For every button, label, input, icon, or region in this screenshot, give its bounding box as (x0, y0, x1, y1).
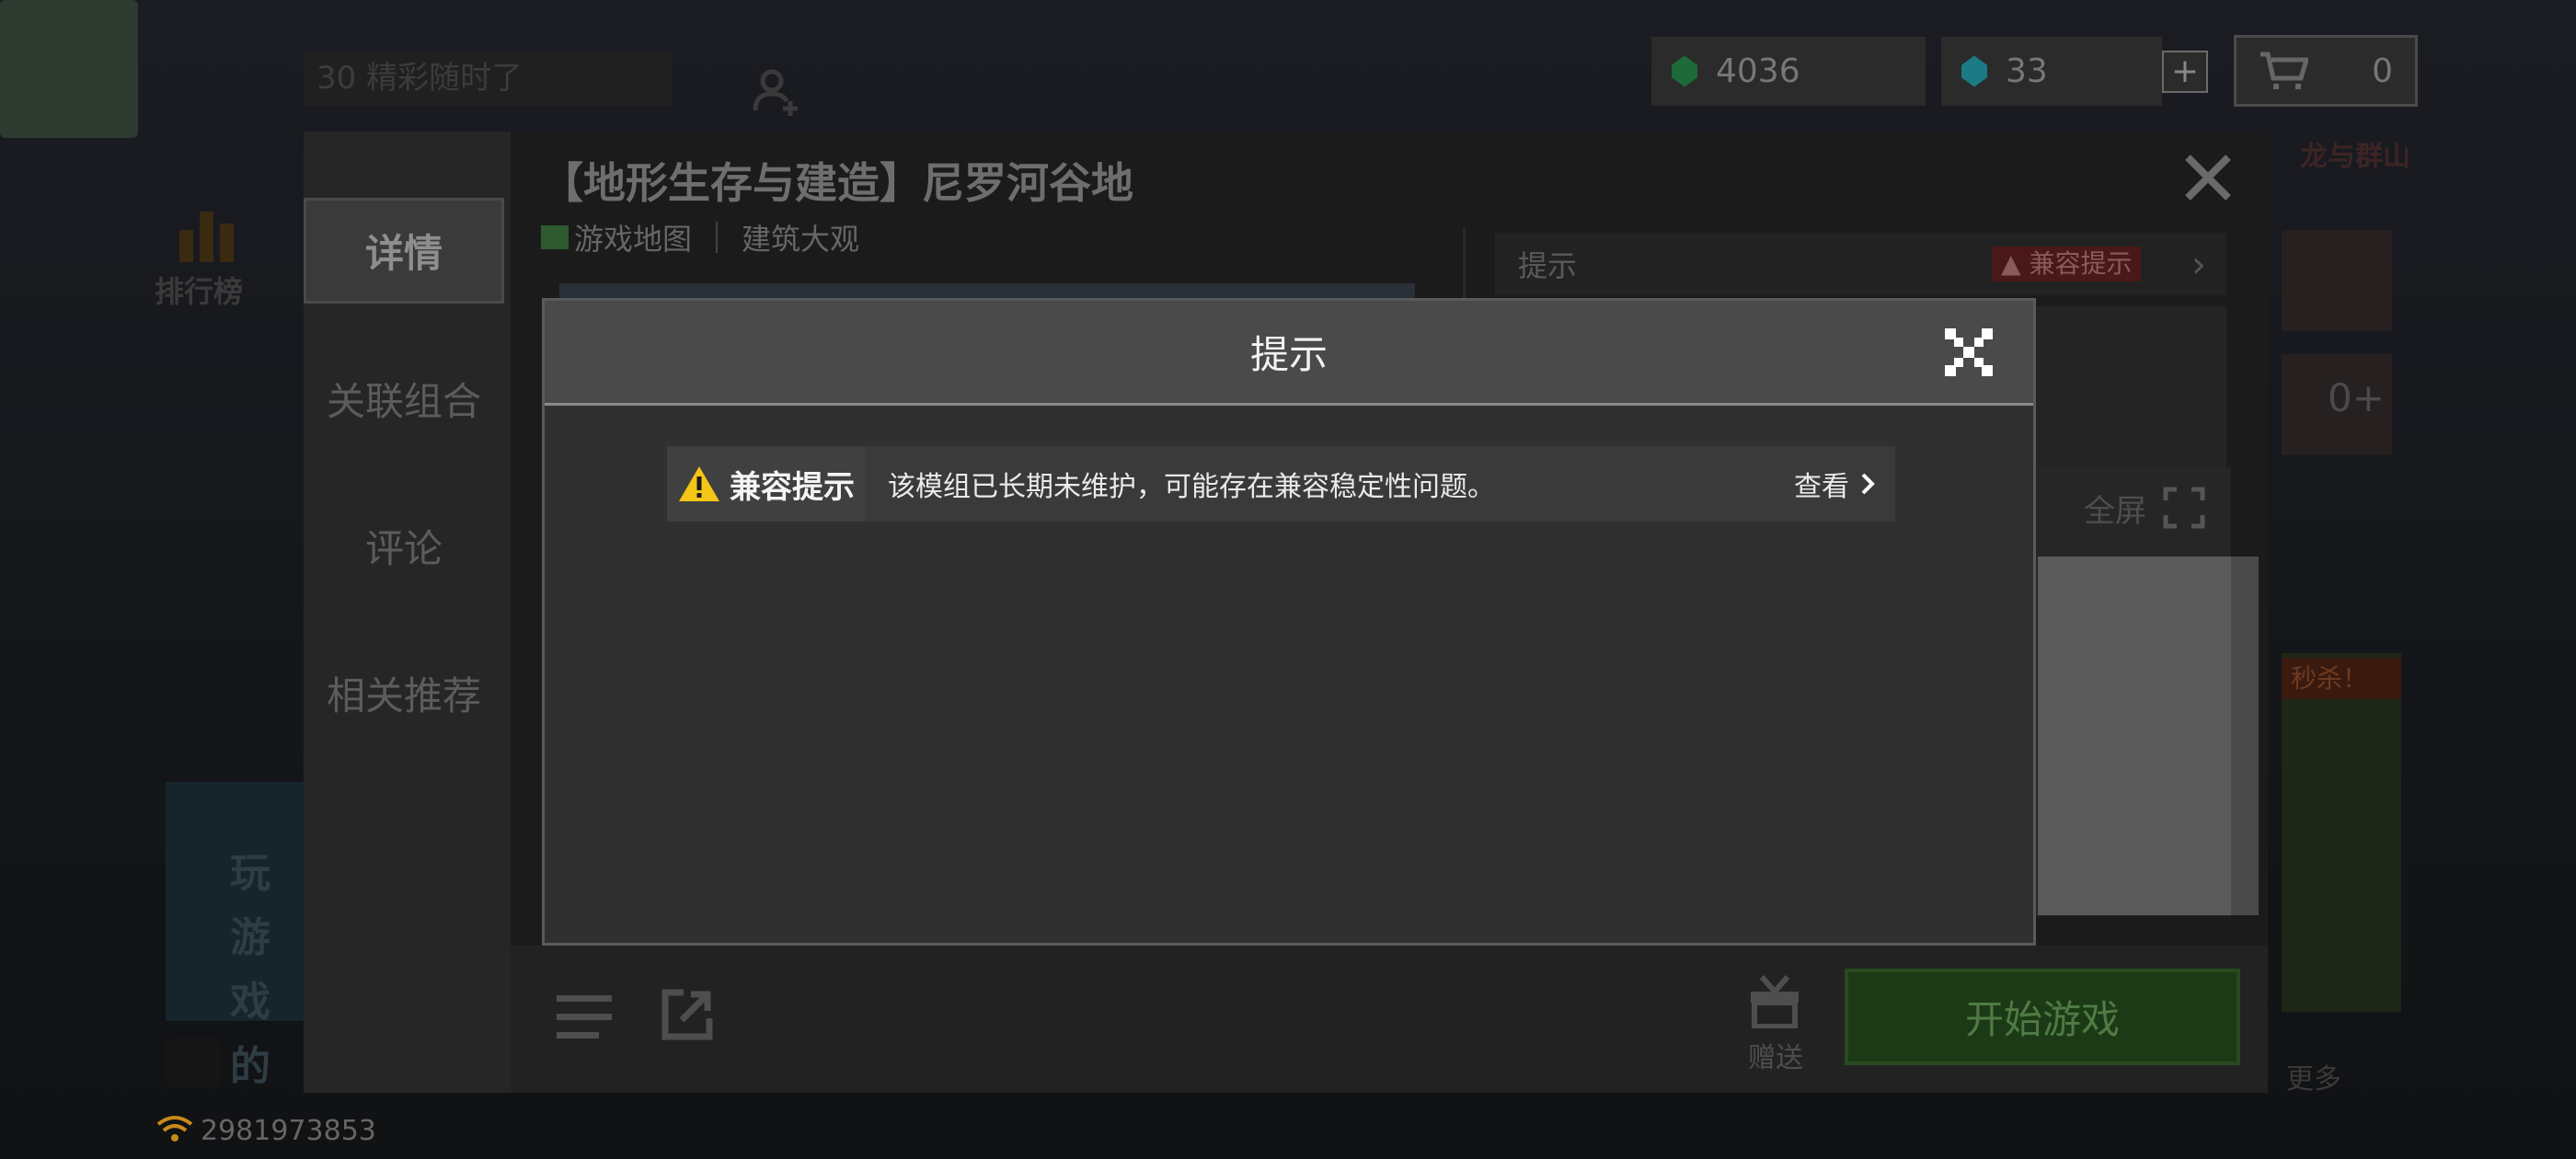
emerald-icon (1672, 55, 1697, 87)
view-details-link[interactable]: 查看 (1794, 464, 1895, 504)
detail-title: 【地形生存与建造】尼罗河谷地 (541, 158, 1133, 208)
preview-image (2038, 557, 2231, 915)
detail-subtabs: 游戏地图 建筑大观 (541, 216, 859, 258)
fullscreen-icon (2163, 487, 2205, 529)
wifi-icon (156, 1116, 193, 1142)
side-card (2282, 230, 2392, 331)
close-button[interactable] (1941, 325, 1996, 380)
shield-icon (166, 1038, 221, 1088)
warning-icon (679, 466, 719, 501)
modal-title: 提示 (1249, 332, 1328, 377)
detail-sidebar: 详情 关联组合 评论 相关推荐 (304, 132, 511, 1093)
gift-label: 赠送 (1748, 1042, 1803, 1074)
side-promo (2282, 653, 2401, 1012)
compat-message: 该模组已长期未维护，可能存在兼容稳定性问题。 (888, 471, 1495, 503)
event-avatar (0, 0, 138, 138)
add-currency-button: + (2162, 51, 2208, 93)
subtab-divider (716, 222, 719, 253)
player-id: 2981973853 (201, 1115, 376, 1147)
subtab-buildings: 建筑大观 (742, 222, 860, 257)
cart-button: 0 (2234, 35, 2418, 107)
map-icon (541, 225, 569, 249)
emerald-count: 4036 (1716, 52, 1800, 90)
diamond-balance: 33 (1941, 37, 2162, 106)
add-friend-icon (753, 69, 798, 116)
share-icon (661, 989, 713, 1040)
diamond-count: 33 (2006, 52, 2048, 90)
badge-warning-icon: ▲ (2001, 248, 2030, 279)
tips-chevron-icon: › (2191, 244, 2206, 286)
emerald-balance: 4036 (1651, 37, 1926, 106)
menu-icon (557, 995, 612, 1039)
stat-value: 0+ (2328, 375, 2385, 420)
compat-notice-modal: 提示 (542, 298, 2036, 946)
sale-tag: 秒杀！ (2282, 658, 2401, 699)
compat-tag: 兼容提示 (667, 446, 865, 522)
tab-comments: 评论 (364, 526, 443, 571)
diamond-icon (1961, 55, 1987, 87)
compat-notice-row: 兼容提示 该模组已长期未维护，可能存在兼容稳定性问题。 查看 (667, 446, 1895, 522)
tab-recommended: 相关推荐 (326, 673, 481, 718)
more-link: 更多 (2286, 1063, 2341, 1096)
tab-related-bundles: 关联组合 (326, 379, 481, 424)
cart-icon (2260, 52, 2308, 89)
leaderboard-label: 排行榜 (155, 274, 244, 309)
modal-header: 提示 (545, 301, 2033, 406)
view-label: 查看 (1794, 471, 1849, 503)
event-title: 30 精彩随时了 (304, 51, 672, 106)
tab-details: 详情 (304, 198, 504, 304)
leaderboard-icon (179, 212, 234, 262)
promo-banner-text: 玩游戏的 (230, 850, 270, 1090)
compat-badge-label: 兼容提示 (2029, 248, 2133, 279)
start-game-button: 开始游戏 (1845, 969, 2240, 1065)
subtab-game-map: 游戏地图 (574, 222, 693, 257)
compat-badge: ▲ 兼容提示 (1992, 247, 2142, 281)
featured-label: 龙与群山 (2300, 141, 2410, 173)
compat-tag-label: 兼容提示 (730, 468, 855, 506)
gift-icon (1751, 975, 1799, 1028)
cart-count: 0 (2372, 52, 2393, 90)
chevron-right-icon (1861, 473, 1875, 495)
fullscreen-label: 全屏 (2084, 493, 2146, 530)
detail-close-icon (2185, 155, 2231, 201)
tips-label: 提示 (1518, 248, 1578, 283)
preview-scrollbar (2231, 557, 2259, 915)
